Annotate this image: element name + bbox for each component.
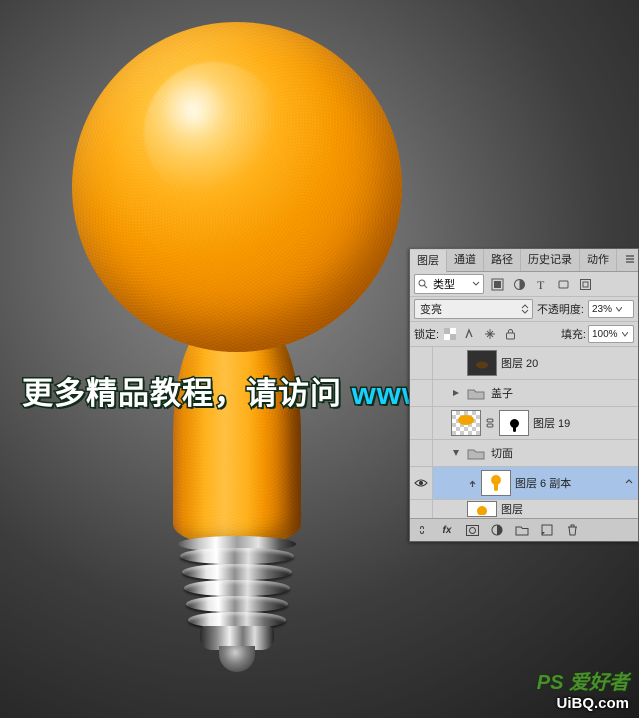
- tab-actions[interactable]: 动作: [580, 249, 617, 271]
- panel-tabbar: 图层 通道 路径 历史记录 动作: [410, 249, 638, 272]
- layer-name: 图层 19: [533, 415, 570, 431]
- layer-thumbnail[interactable]: [467, 350, 497, 376]
- filter-adjust-icon[interactable]: [510, 275, 528, 293]
- watermark: PS 爱好者 UiBQ.com: [537, 666, 629, 712]
- fill-input[interactable]: 100%: [588, 325, 634, 343]
- opacity-value: 23%: [592, 304, 612, 315]
- lock-row: 锁定: 填充: 100%: [410, 322, 638, 347]
- artwork-lightbulb: [72, 22, 402, 682]
- layer-group-row[interactable]: 盖子: [410, 380, 638, 407]
- fx-collapse-icon[interactable]: [625, 477, 635, 489]
- layer-thumbnail[interactable]: [467, 501, 497, 517]
- filter-pixel-icon[interactable]: [488, 275, 506, 293]
- filter-shape-icon[interactable]: [554, 275, 572, 293]
- filter-type-icon[interactable]: T: [532, 275, 550, 293]
- add-mask-icon[interactable]: [464, 522, 480, 538]
- lock-pixels-icon[interactable]: [461, 325, 479, 343]
- layer-list: 图层 20 盖子: [410, 347, 638, 518]
- layer-row[interactable]: 图层 19: [410, 407, 638, 440]
- filter-smart-icon[interactable]: [576, 275, 594, 293]
- layer-name: 图层 20: [501, 355, 538, 371]
- layers-panel: 图层 通道 路径 历史记录 动作 T 变亮: [409, 248, 639, 542]
- layer-thumbnail[interactable]: [481, 470, 511, 496]
- chevron-down-icon: [472, 280, 480, 288]
- new-group-icon[interactable]: [514, 522, 530, 538]
- document-canvas: 更多精品教程，请访问 www.240PS.com PS 爱好者 UiBQ.com…: [0, 0, 639, 718]
- visibility-toggle[interactable]: [410, 347, 433, 379]
- visibility-toggle[interactable]: [410, 380, 433, 406]
- lock-label: 锁定:: [414, 326, 439, 342]
- panel-footer: fx: [410, 518, 638, 541]
- watermark-line1: PS 爱好者: [537, 666, 629, 695]
- tab-paths[interactable]: 路径: [484, 249, 521, 271]
- tab-channels[interactable]: 通道: [447, 249, 484, 271]
- layer-group-row[interactable]: 切面: [410, 440, 638, 467]
- chevron-updown-icon: [521, 305, 529, 313]
- new-layer-icon[interactable]: [539, 522, 555, 538]
- layer-thumbnail[interactable]: [451, 410, 481, 436]
- layer-row[interactable]: 图层 20: [410, 347, 638, 380]
- layer-filter-kind[interactable]: [414, 274, 484, 294]
- eye-icon: [414, 478, 428, 488]
- link-layers-icon[interactable]: [414, 522, 430, 538]
- layer-name: 切面: [491, 445, 513, 461]
- banner-text: 更多精品教程，请访问: [22, 376, 342, 411]
- opacity-label: 不透明度:: [537, 301, 584, 317]
- chevron-down-icon: [615, 305, 623, 313]
- delete-layer-icon[interactable]: [564, 522, 580, 538]
- disclosure-triangle-icon[interactable]: [451, 389, 461, 397]
- filter-kind-input[interactable]: [431, 277, 469, 291]
- blend-row: 变亮 不透明度: 23%: [410, 297, 638, 322]
- blend-mode-value: 变亮: [420, 301, 442, 317]
- tab-history[interactable]: 历史记录: [521, 249, 580, 271]
- panel-menu-icon[interactable]: [622, 254, 638, 267]
- blend-mode-select[interactable]: 变亮: [414, 299, 533, 319]
- search-icon: [418, 279, 428, 289]
- clip-indicator-icon: [467, 479, 477, 488]
- disclosure-triangle-open-icon[interactable]: [451, 449, 461, 457]
- fill-value: 100%: [592, 329, 618, 340]
- visibility-toggle[interactable]: [410, 467, 433, 499]
- watermark-line2: UiBQ.com: [556, 695, 629, 712]
- lock-transparent-icon[interactable]: [441, 325, 459, 343]
- texture-overlay: [173, 326, 301, 546]
- layer-mask-thumbnail[interactable]: [499, 410, 529, 436]
- layer-filter-row: T: [410, 272, 638, 297]
- layer-row[interactable]: 图层: [410, 500, 638, 518]
- layer-fx-icon[interactable]: fx: [439, 522, 455, 538]
- visibility-toggle[interactable]: [410, 407, 433, 439]
- bulb-screwcap: [180, 542, 294, 672]
- layer-name: 盖子: [491, 385, 513, 401]
- layer-name: 图层: [501, 501, 523, 517]
- texture-overlay: [72, 22, 402, 352]
- layer-name: 图层 6 副本: [515, 475, 571, 491]
- new-adjustment-icon[interactable]: [489, 522, 505, 538]
- tab-layers[interactable]: 图层: [410, 250, 447, 273]
- lock-all-icon[interactable]: [501, 325, 519, 343]
- layer-row-selected[interactable]: 图层 6 副本: [410, 467, 638, 500]
- folder-icon: [465, 385, 487, 401]
- visibility-toggle[interactable]: [410, 500, 433, 518]
- visibility-toggle[interactable]: [410, 440, 433, 466]
- mask-link-icon[interactable]: [485, 418, 495, 428]
- chevron-down-icon: [621, 330, 629, 338]
- svg-text:T: T: [537, 278, 545, 291]
- folder-icon: [465, 445, 487, 461]
- lock-position-icon[interactable]: [481, 325, 499, 343]
- fill-label: 填充:: [561, 326, 586, 342]
- opacity-input[interactable]: 23%: [588, 300, 634, 318]
